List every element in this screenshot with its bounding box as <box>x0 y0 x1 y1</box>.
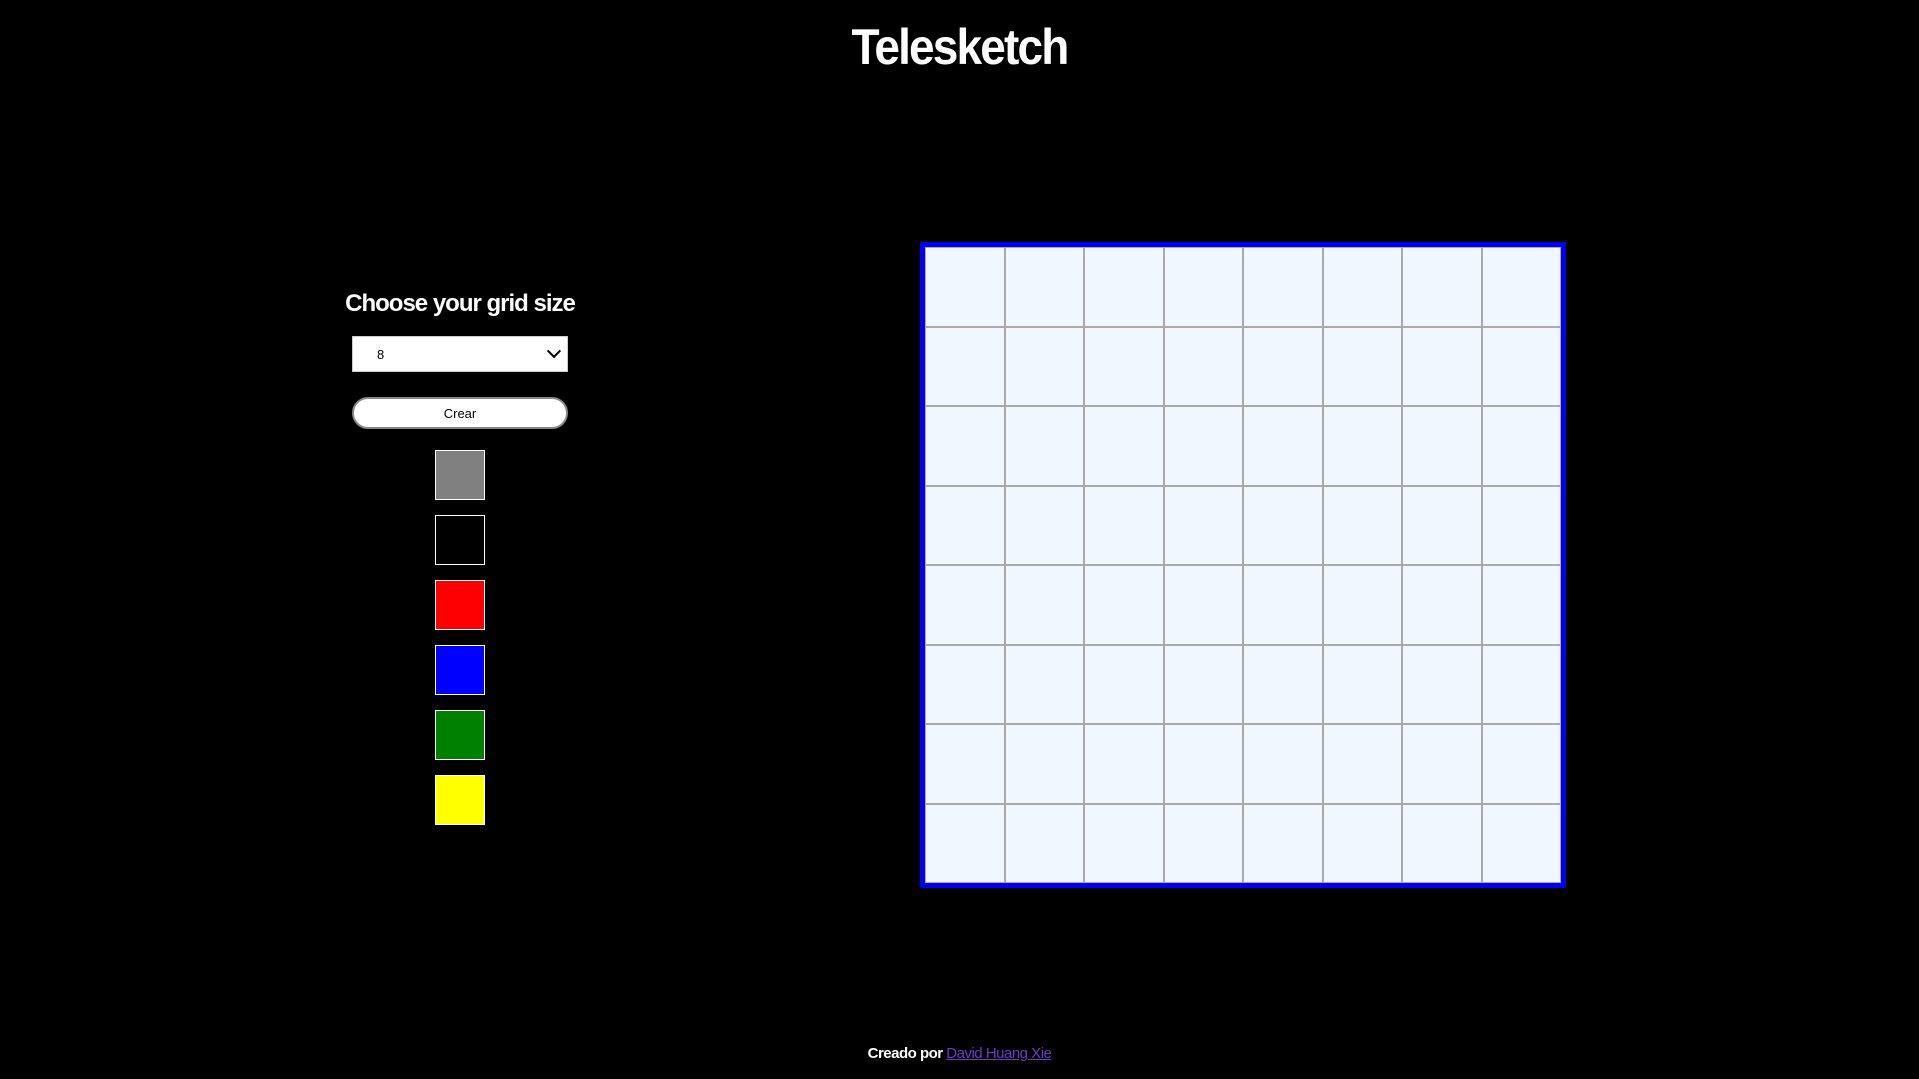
grid-cell[interactable] <box>1481 247 1561 327</box>
grid-cell[interactable] <box>1163 326 1243 406</box>
grid-cell[interactable] <box>1163 565 1243 645</box>
grid-cell[interactable] <box>1163 406 1243 486</box>
grid-cell[interactable] <box>1004 406 1084 486</box>
swatch-red[interactable] <box>435 580 485 630</box>
color-swatches <box>435 450 485 840</box>
grid-cell[interactable] <box>925 803 1005 883</box>
grid-cell[interactable] <box>925 247 1005 327</box>
grid-cell[interactable] <box>1322 485 1402 565</box>
swatch-green[interactable] <box>435 710 485 760</box>
swatch-blue[interactable] <box>435 645 485 695</box>
grid-cell[interactable] <box>925 565 1005 645</box>
grid-cell[interactable] <box>1402 485 1482 565</box>
chevron-down-icon <box>546 344 562 359</box>
sketch-board <box>920 242 1566 888</box>
grid-cell[interactable] <box>925 326 1005 406</box>
grid-cell[interactable] <box>1243 803 1323 883</box>
grid-cell[interactable] <box>1322 247 1402 327</box>
grid-cell[interactable] <box>1243 326 1323 406</box>
grid-cell[interactable] <box>1243 485 1323 565</box>
grid-cell[interactable] <box>1243 724 1323 804</box>
grid-cell[interactable] <box>1481 803 1561 883</box>
grid-cell[interactable] <box>1243 247 1323 327</box>
grid-cell[interactable] <box>1163 247 1243 327</box>
grid-cell[interactable] <box>1402 644 1482 724</box>
grid-cell[interactable] <box>1004 565 1084 645</box>
grid-cell[interactable] <box>1402 247 1482 327</box>
grid-cell[interactable] <box>1004 803 1084 883</box>
controls-panel: Choose your grid size 8 Crear <box>345 290 576 840</box>
grid-cell[interactable] <box>1084 803 1164 883</box>
grid-cell[interactable] <box>925 485 1005 565</box>
grid-size-heading: Choose your grid size <box>345 290 576 317</box>
grid-cell[interactable] <box>1481 724 1561 804</box>
grid-cell[interactable] <box>1322 565 1402 645</box>
grid-cell[interactable] <box>1243 565 1323 645</box>
grid-cell[interactable] <box>1084 565 1164 645</box>
footer-credit-label: Creado por <box>867 1045 944 1062</box>
grid-cell[interactable] <box>1481 406 1561 486</box>
grid-cell[interactable] <box>1481 326 1561 406</box>
grid-cell[interactable] <box>1402 724 1482 804</box>
grid-cell[interactable] <box>1481 485 1561 565</box>
footer: Creado por David Huang Xie <box>0 1045 1919 1062</box>
grid-cell[interactable] <box>1243 644 1323 724</box>
grid-cell[interactable] <box>1402 803 1482 883</box>
grid-cell[interactable] <box>925 406 1005 486</box>
grid-cell[interactable] <box>1004 724 1084 804</box>
grid-cell[interactable] <box>1322 406 1402 486</box>
clear-button[interactable]: Crear <box>352 397 568 429</box>
grid-cell[interactable] <box>1402 565 1482 645</box>
grid-size-select[interactable]: 8 <box>352 336 568 372</box>
grid-cell[interactable] <box>1481 565 1561 645</box>
swatch-black[interactable] <box>435 515 485 565</box>
grid-cell[interactable] <box>1322 644 1402 724</box>
grid-cell[interactable] <box>1084 644 1164 724</box>
grid-cell[interactable] <box>1163 724 1243 804</box>
grid-cell[interactable] <box>1481 644 1561 724</box>
grid-cell[interactable] <box>1322 803 1402 883</box>
grid-cell[interactable] <box>1322 724 1402 804</box>
grid-cell[interactable] <box>1243 406 1323 486</box>
grid-cell[interactable] <box>1004 485 1084 565</box>
grid-cell[interactable] <box>1004 644 1084 724</box>
swatch-gray[interactable] <box>435 450 485 500</box>
grid-cell[interactable] <box>1084 247 1164 327</box>
page: Telesketch Choose your grid size 8 Crear… <box>0 0 1919 1079</box>
swatch-yellow[interactable] <box>435 775 485 825</box>
grid-cell[interactable] <box>1322 326 1402 406</box>
grid-cell[interactable] <box>1402 326 1482 406</box>
grid-cell[interactable] <box>1084 326 1164 406</box>
grid-cell[interactable] <box>1163 644 1243 724</box>
author-link[interactable]: David Huang Xie <box>946 1045 1052 1062</box>
grid-cell[interactable] <box>1004 247 1084 327</box>
grid-cell[interactable] <box>1402 406 1482 486</box>
grid-cell[interactable] <box>925 644 1005 724</box>
grid-cell[interactable] <box>1084 406 1164 486</box>
grid-cell[interactable] <box>1163 803 1243 883</box>
grid-cell[interactable] <box>1084 724 1164 804</box>
grid-cell[interactable] <box>1004 326 1084 406</box>
grid-cell[interactable] <box>1163 485 1243 565</box>
app-title: Telesketch <box>851 19 1070 75</box>
grid-cell[interactable] <box>925 724 1005 804</box>
grid-size-selected-value: 8 <box>377 346 385 362</box>
grid-cell[interactable] <box>1084 485 1164 565</box>
